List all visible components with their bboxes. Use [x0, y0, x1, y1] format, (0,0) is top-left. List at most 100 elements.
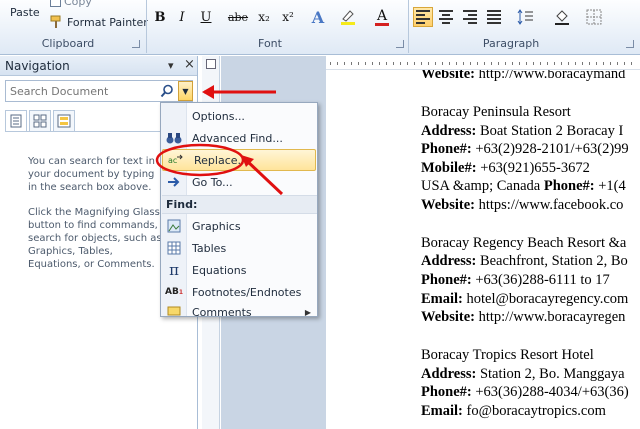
document-line: Email: fo@boracaytropics.com: [421, 403, 606, 420]
menu-item-advanced-find[interactable]: Advanced Find...: [161, 127, 317, 149]
tab-pages[interactable]: [29, 110, 51, 132]
menu-item-tables[interactable]: Tables: [161, 237, 317, 259]
document-line: USA &amp; Canada Phone#: +1(4: [421, 178, 626, 195]
tab-results[interactable]: [53, 110, 75, 132]
close-icon[interactable]: ×: [184, 57, 195, 72]
horizontal-ruler: [326, 56, 640, 70]
tab-selector-icon[interactable]: [206, 59, 216, 69]
align-left-button[interactable]: [413, 7, 433, 27]
ruler-tick: [512, 62, 513, 65]
underline-button[interactable]: U: [196, 7, 216, 27]
menu-item-go-to[interactable]: Go To...: [161, 171, 317, 193]
align-center-button[interactable]: [436, 7, 456, 27]
ruler-tick: [379, 62, 380, 65]
justify-icon: [485, 8, 503, 26]
ruler-tick: [533, 62, 534, 65]
help-text-1: You can search for text in your document…: [28, 156, 155, 193]
table-icon: [161, 241, 187, 255]
menu-item-label: Replace...: [194, 153, 249, 167]
field-label: Website:: [421, 197, 475, 213]
justify-button[interactable]: [484, 7, 504, 27]
paragraph-group-label: Paragraph: [482, 37, 540, 50]
field-label: Address:: [421, 123, 477, 139]
menu-item-comments[interactable]: Comments ▶: [161, 301, 317, 323]
navigation-title: Navigation: [5, 58, 70, 73]
menu-item-replace[interactable]: ac Replace...: [162, 149, 316, 171]
font-group-label: Font: [258, 37, 282, 50]
format-painter-icon: [50, 15, 61, 28]
pane-options-icon[interactable]: ▾: [168, 59, 174, 72]
format-painter-button[interactable]: Format Painter: [50, 15, 148, 29]
line-spacing-button[interactable]: [516, 7, 536, 27]
clipboard-group-label: Clipboard: [41, 37, 95, 50]
clipboard-launcher-icon[interactable]: [132, 40, 140, 48]
document-line: Website: http://www.boracayregen: [421, 309, 625, 326]
tab-headings[interactable]: [5, 110, 27, 132]
ruler-tick: [610, 62, 611, 65]
field-value: USA &amp; Canada: [421, 178, 544, 194]
ruler-tick: [575, 62, 576, 65]
menu-item-footnotes[interactable]: AB 1 Footnotes/Endnotes: [161, 281, 317, 303]
ruler-tick: [449, 62, 450, 65]
ruler-tick: [470, 62, 471, 65]
ruler-tick: [372, 62, 373, 65]
borders-button[interactable]: [584, 7, 604, 27]
font-launcher-icon[interactable]: [396, 40, 404, 48]
align-right-button[interactable]: [460, 7, 480, 27]
field-value: +63(36)288-4034/+63(36): [471, 384, 629, 400]
ruler-tick: [491, 62, 492, 65]
field-value: +63(2)928-2101/+63(2)99: [471, 141, 629, 157]
navigation-header: Navigation ▾ ×: [0, 56, 197, 76]
italic-button[interactable]: I: [172, 7, 192, 27]
paste-button[interactable]: Paste: [10, 6, 40, 19]
field-label: Mobile#:: [421, 160, 477, 176]
font-color-button[interactable]: A: [372, 7, 392, 27]
field-label: Email:: [421, 403, 463, 419]
document-line: Address: Station 2, Bo. Manggaya: [421, 366, 625, 383]
shading-button[interactable]: [552, 7, 572, 27]
subscript-button[interactable]: x₂: [254, 7, 274, 27]
field-label: Website:: [421, 309, 475, 325]
field-label: Phone#:: [543, 178, 595, 194]
svg-text:ac: ac: [168, 156, 177, 165]
document-line: Address: Boat Station 2 Boracay I: [421, 123, 623, 140]
field-value: https://www.facebook.co: [474, 197, 624, 213]
ribbon: Paste Copy Format Painter Clipboard B I …: [0, 0, 640, 55]
ruler-tick: [498, 62, 499, 65]
field-value: Boat Station 2 Boracay I: [476, 123, 624, 139]
document-line: Address: Beachfront, Station 2, Bo: [421, 253, 628, 270]
document-line: Phone#: +63(36)288-4034/+63(36): [421, 384, 629, 401]
ruler-tick: [351, 62, 352, 65]
search-input[interactable]: [6, 81, 156, 101]
menu-item-graphics[interactable]: Graphics: [161, 215, 317, 237]
paragraph-launcher-icon[interactable]: [626, 40, 634, 48]
document-line: Email: hotel@boracayregency.com: [421, 291, 628, 308]
field-value: Boracay Regency Beach Resort &a: [421, 235, 627, 251]
menu-item-equations[interactable]: π Equations: [161, 259, 317, 281]
ruler-tick: [624, 62, 625, 65]
ruler-tick: [463, 62, 464, 65]
ruler-tick: [596, 62, 597, 65]
superscript-button[interactable]: x²: [278, 7, 298, 27]
search-button[interactable]: [158, 82, 176, 100]
ruler-tick: [428, 62, 429, 65]
ruler-tick: [603, 62, 604, 65]
copy-button[interactable]: Copy: [50, 0, 92, 8]
ruler-tick: [547, 62, 548, 65]
ruler-tick: [421, 62, 422, 65]
field-value: +63(921)655-3672: [476, 160, 590, 176]
highlighter-icon: [341, 10, 355, 25]
ruler-tick: [386, 62, 387, 65]
help-text-2: Click the Magnifying Glass button to fin…: [28, 207, 162, 270]
text-effects-button[interactable]: A: [308, 7, 328, 27]
document-page[interactable]: Website: http://www.boracaymand Boracay P…: [326, 56, 640, 429]
strikethrough-button[interactable]: abe: [228, 7, 248, 27]
menu-item-options[interactable]: Options...: [161, 105, 317, 127]
headings-icon: [10, 114, 22, 128]
search-options-dropdown[interactable]: ▼: [178, 81, 193, 101]
highlight-color-button[interactable]: [338, 7, 358, 27]
ruler-tick: [631, 62, 632, 65]
copy-label: Copy: [64, 0, 92, 8]
bold-button[interactable]: B: [150, 7, 170, 27]
font-color-swatch: [375, 22, 389, 26]
